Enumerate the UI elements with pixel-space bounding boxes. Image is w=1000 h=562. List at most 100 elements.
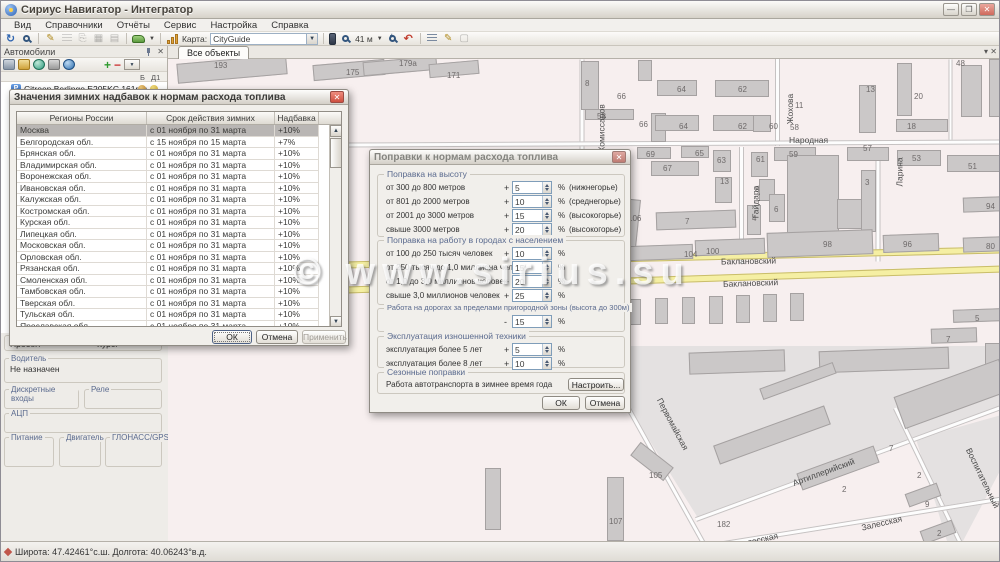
winter-dialog-close-icon[interactable]: ✕	[330, 91, 344, 103]
value-spinner[interactable]: 15	[512, 209, 552, 222]
spinner-down-icon[interactable]	[545, 322, 549, 325]
winter-cancel-button[interactable]: Отмена	[256, 330, 298, 344]
spinner-value[interactable]: 10	[515, 249, 524, 259]
col-allowance[interactable]: Надбавка	[275, 112, 319, 124]
zoom-tool-icon[interactable]	[339, 33, 352, 45]
spinner-value[interactable]: 15	[515, 263, 524, 273]
spinner-arrows[interactable]	[542, 248, 551, 259]
winter-table-scrollbar[interactable]: ▲ ▼	[329, 125, 341, 327]
spinner-value[interactable]: 15	[515, 211, 524, 221]
winter-ok-button[interactable]: ОК	[212, 330, 252, 344]
spinner-value[interactable]: 20	[515, 277, 524, 287]
table-row[interactable]: Тульская обл.с 01 ноября по 31 марта+10%	[17, 309, 319, 321]
spinner-down-icon[interactable]	[545, 254, 549, 257]
spinner-down-icon[interactable]	[545, 296, 549, 299]
table-row[interactable]: Орловская обл.с 01 ноября по 31 марта+10…	[17, 252, 319, 264]
restore-button[interactable]: ❐	[961, 3, 977, 16]
print-icon[interactable]: ▤	[108, 33, 121, 45]
value-spinner[interactable]: 20	[512, 275, 552, 288]
report-icon[interactable]	[60, 33, 73, 45]
table-row[interactable]: Тамбовская обл.с 01 ноября по 31 марта+1…	[17, 286, 319, 298]
table-row[interactable]: Владимирская обл.с 01 ноября по 31 марта…	[17, 160, 319, 172]
spinner-up-icon[interactable]	[545, 318, 549, 321]
spinner-up-icon[interactable]	[545, 198, 549, 201]
table-row[interactable]: Тверская обл.с 01 ноября по 31 марта+10%	[17, 298, 319, 310]
corrections-ok-button[interactable]: ОК	[542, 396, 580, 410]
corrections-dialog-titlebar[interactable]: Поправки к нормам расхода топлива ✕	[370, 150, 630, 165]
spinner-up-icon[interactable]	[545, 264, 549, 267]
spinner-arrows[interactable]	[542, 262, 551, 273]
spinner-up-icon[interactable]	[545, 250, 549, 253]
table-row[interactable]: Московская обл.с 01 ноября по 31 марта+1…	[17, 240, 319, 252]
table-row[interactable]: Калужская обл.с 01 ноября по 31 марта+10…	[17, 194, 319, 206]
tab-all-objects[interactable]: Все объекты	[178, 46, 249, 59]
spinner-up-icon[interactable]	[545, 226, 549, 229]
spinner-arrows[interactable]	[542, 358, 551, 369]
spinner-up-icon[interactable]	[545, 292, 549, 295]
spinner-value[interactable]: 5	[515, 345, 520, 355]
spinner-value[interactable]: 10	[515, 359, 524, 369]
spinner-value[interactable]: 5	[515, 183, 520, 193]
value-spinner[interactable]: 25	[512, 289, 552, 302]
spinner-down-icon[interactable]	[545, 188, 549, 191]
winter-dialog-titlebar[interactable]: Значения зимних надбавок к нормам расход…	[10, 90, 348, 105]
vehicle-icon[interactable]	[132, 33, 145, 45]
van-icon[interactable]	[48, 59, 60, 70]
back-arrow-icon[interactable]: ↶	[402, 33, 415, 45]
spinner-arrows[interactable]	[542, 210, 551, 221]
value-spinner[interactable]: 10	[512, 195, 552, 208]
value-spinner[interactable]: 15	[512, 261, 552, 274]
table-row[interactable]: Белгородская обл.с 15 ноября по 15 марта…	[17, 137, 319, 149]
scroll-thumb[interactable]	[330, 138, 342, 168]
remove-vehicle-button[interactable]: −	[114, 58, 121, 72]
panel-close-icon[interactable]: ✕	[157, 47, 164, 56]
minimize-button[interactable]: —	[943, 3, 959, 16]
table-row[interactable]: Воронежская обл.с 01 ноября по 31 марта+…	[17, 171, 319, 183]
table-row[interactable]: Костромская обл.с 01 ноября по 31 марта+…	[17, 206, 319, 218]
view-dropdown-button[interactable]: ▼	[124, 59, 140, 70]
corrections-cancel-button[interactable]: Отмена	[585, 396, 625, 410]
value-spinner[interactable]: 5	[512, 181, 552, 194]
scroll-up-icon[interactable]: ▲	[330, 125, 342, 137]
web-icon[interactable]	[63, 59, 75, 70]
spinner-arrows[interactable]	[542, 316, 551, 327]
menu-item-4[interactable]: Сервис	[157, 20, 204, 31]
add-vehicle-button[interactable]: +	[104, 58, 111, 72]
col-regions[interactable]: Регионы России	[17, 112, 147, 124]
spinner-down-icon[interactable]	[545, 364, 549, 367]
menu-item-3[interactable]: Отчёты	[110, 20, 157, 31]
spinner-up-icon[interactable]	[545, 212, 549, 215]
pin-icon[interactable]	[144, 48, 152, 56]
spinner-value[interactable]: 10	[515, 197, 524, 207]
corrections-dialog-close-icon[interactable]: ✕	[612, 151, 626, 163]
vehicle-dropdown-icon[interactable]: ▼	[149, 36, 155, 42]
spinner-up-icon[interactable]	[545, 184, 549, 187]
table-row[interactable]: Москвас 01 ноября по 31 марта+10%	[17, 125, 319, 137]
tab-close-icon[interactable]: ✕	[990, 47, 997, 56]
table-row[interactable]: Рязанская обл.с 01 ноября по 31 марта+10…	[17, 263, 319, 275]
spinner-value[interactable]: 25	[515, 291, 524, 301]
edit-icon[interactable]	[18, 59, 30, 70]
spinner-down-icon[interactable]	[545, 268, 549, 271]
table-row[interactable]: Ярославская обл.с 01 ноября по 31 марта+…	[17, 321, 319, 328]
edit-document-icon[interactable]: ✎	[44, 33, 57, 45]
spinner-up-icon[interactable]	[545, 278, 549, 281]
table-row[interactable]: Ивановская обл.с 01 ноября по 31 марта+1…	[17, 183, 319, 195]
map-select[interactable]: CityGuide ▼	[210, 33, 318, 45]
globe-icon[interactable]	[33, 59, 45, 70]
chart-icon[interactable]	[166, 33, 179, 45]
spinner-up-icon[interactable]	[545, 346, 549, 349]
zoom-scale-value[interactable]: 41 м	[355, 34, 373, 44]
table-row[interactable]: Смоленская обл.с 01 ноября по 31 марта+1…	[17, 275, 319, 287]
spinner-arrows[interactable]	[542, 196, 551, 207]
menu-item-1[interactable]: Вид	[7, 20, 38, 31]
device-icon[interactable]	[3, 59, 15, 70]
map-select-dropdown-icon[interactable]: ▼	[306, 34, 317, 44]
value-spinner[interactable]: 15	[512, 315, 552, 328]
value-spinner[interactable]: 5	[512, 343, 552, 356]
spinner-value[interactable]: 20	[515, 225, 524, 235]
zoom-scale-dropdown-icon[interactable]: ▼	[377, 36, 383, 42]
spinner-up-icon[interactable]	[545, 360, 549, 363]
spinner-down-icon[interactable]	[545, 282, 549, 285]
spinner-arrows[interactable]	[542, 290, 551, 301]
